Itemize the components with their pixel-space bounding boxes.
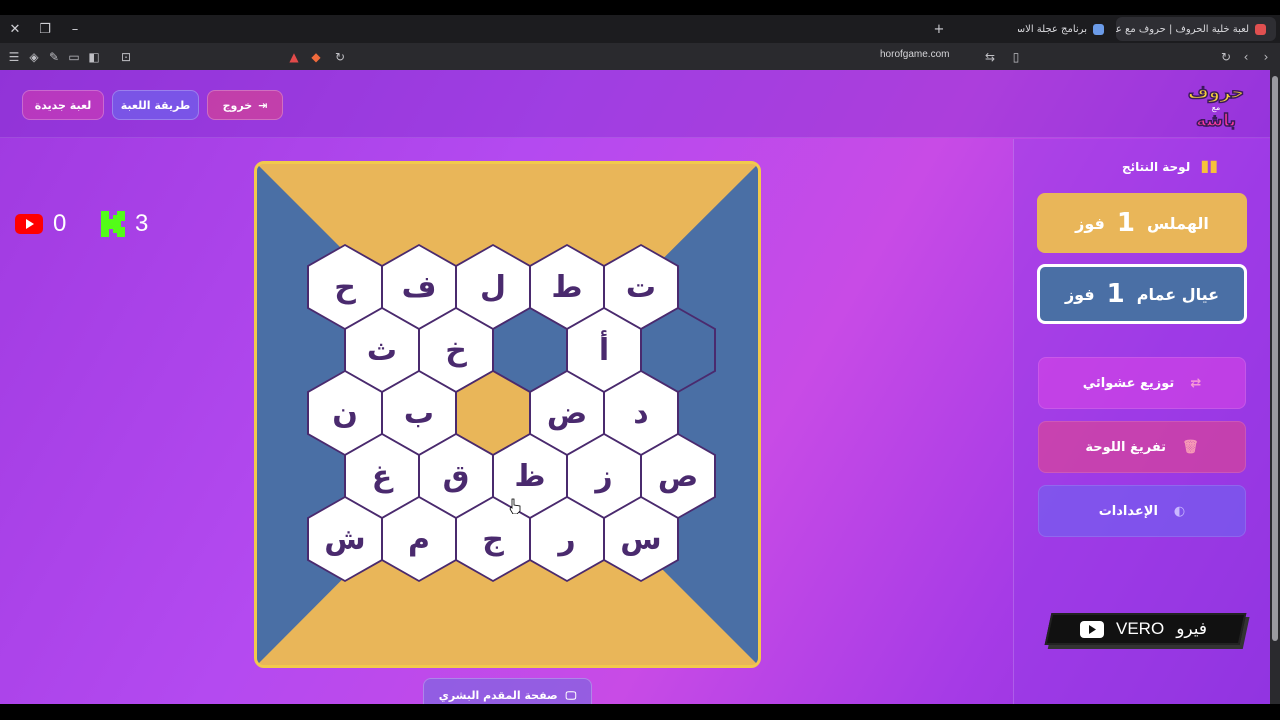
trash-icon: 🗑 xyxy=(1182,439,1199,455)
streamer-overlay: VERO فيرو xyxy=(1040,613,1250,649)
youtube-icon xyxy=(15,214,43,234)
hex-letter: ر xyxy=(531,498,603,580)
overlay-latin: VERO xyxy=(1116,619,1165,638)
screen-top-strip xyxy=(0,0,1280,15)
logo-line1: حروف xyxy=(1188,82,1244,103)
screenshot-icon[interactable]: ⊡ xyxy=(116,43,136,70)
monitor-icon: 🖵 xyxy=(565,689,577,702)
share-icon[interactable]: ↻ xyxy=(330,43,350,70)
tab-favicon xyxy=(1093,23,1104,35)
tab-title: برنامج عجلة الاسماء xyxy=(1018,23,1087,35)
new-game-label: لعبة جديدة xyxy=(34,98,92,112)
shield-icon[interactable]: ◈ xyxy=(24,43,44,70)
team-name: عيال عمام xyxy=(1136,284,1220,304)
hex-letter: م xyxy=(383,498,455,580)
page-header: لعبة جديدة طريقة اللعبة خروج ⇥ حروف مع ب… xyxy=(0,70,1270,138)
tab-inactive[interactable]: برنامج عجلة الاسماء xyxy=(1018,17,1114,41)
youtube-logo-icon xyxy=(1080,620,1104,638)
chart-icon: ▮▮ xyxy=(1200,156,1218,175)
overlay-arabic: فيرو xyxy=(1176,619,1208,638)
hand-cursor-icon xyxy=(509,498,521,514)
logout-icon: ⇥ xyxy=(258,98,268,112)
new-game-button[interactable]: لعبة جديدة xyxy=(22,90,104,120)
youtube-count: 0 xyxy=(53,210,67,237)
how-to-play-label: طريقة اللعبة xyxy=(120,98,191,112)
tab-favicon xyxy=(1255,23,1266,35)
tab-bar: ✕ ❐ – + برنامج عجلة الاسماء لعبة خلية ال… xyxy=(0,15,1280,43)
scrollbar-thumb[interactable] xyxy=(1272,76,1278,641)
scoreboard-title-text: لوحة النتائج xyxy=(1121,160,1191,174)
scoreboard-title: لوحة النتائج ▮▮ xyxy=(1090,156,1218,175)
exit-label: خروج xyxy=(222,98,253,112)
shuffle-button[interactable]: توزيع عشوائي ⇄ xyxy=(1038,357,1246,409)
overlay-text: VERO فيرو xyxy=(1080,619,1220,639)
back-icon[interactable]: ‹ xyxy=(1236,43,1256,70)
kick-count: 3 xyxy=(135,210,149,237)
how-to-play-button[interactable]: طريقة اللعبة xyxy=(112,90,199,120)
screen-bottom-strip xyxy=(0,704,1280,720)
kick-icon xyxy=(101,211,125,237)
team-score-unit: فوز xyxy=(1064,284,1095,304)
url-field[interactable]: horofgame.com xyxy=(880,49,949,60)
hex-letter: ش xyxy=(309,498,381,580)
kick-counter: 3 xyxy=(101,210,148,238)
alert-icon[interactable]: ▲ xyxy=(284,43,304,70)
brave-shield-icon[interactable]: ◆ xyxy=(306,43,326,70)
tab-title: لعبة خلية الحروف | حروف مع عزيز xyxy=(1116,23,1249,35)
plus-icon: + xyxy=(933,21,945,37)
team-name: الهملس xyxy=(1146,213,1209,233)
shuffle-icon: ⇄ xyxy=(1190,375,1202,391)
address-bar: ☰ ◈ ✎ ▭ ◧ ⊡ ▲ ◆ ↻ horofgame.com ⇆ ▯ ↻ ‹ … xyxy=(0,43,1280,70)
letter-board: حفلطتثخأنبضدغقظزصشمجرس xyxy=(254,161,761,668)
logo-line3: باشه xyxy=(1196,111,1236,131)
forward-icon[interactable]: › xyxy=(1256,43,1276,70)
team-score-unit: فوز xyxy=(1075,213,1105,233)
restore-window-icon[interactable]: ❐ xyxy=(30,15,60,43)
new-tab-button[interactable]: + xyxy=(924,15,954,43)
sidebar-icon[interactable]: ◧ xyxy=(84,43,104,70)
clear-board-button[interactable]: تفريغ اللوحة 🗑 xyxy=(1038,421,1246,473)
clear-board-label: تفريغ اللوحة xyxy=(1085,439,1167,455)
minimize-window-icon[interactable]: – xyxy=(60,15,90,43)
reload-icon[interactable]: ↻ xyxy=(1216,43,1236,70)
extensions-icon[interactable]: ✎ xyxy=(44,43,64,70)
presenter-label: صفحة المقدم البشري xyxy=(438,689,558,702)
team-card-2: عيال عمام 1 فوز xyxy=(1037,264,1247,324)
tab-active[interactable]: لعبة خلية الحروف | حروف مع عزيز ✕ xyxy=(1116,17,1276,41)
palette-icon: ◐ xyxy=(1173,503,1186,519)
exit-button[interactable]: خروج ⇥ xyxy=(207,90,283,120)
site-settings-icon[interactable]: ⇆ xyxy=(980,43,1000,70)
team-score: 1 xyxy=(1116,208,1135,238)
presenter-page-button[interactable]: صفحة المقدم البشري 🖵 xyxy=(423,678,592,704)
hex-letter: س xyxy=(605,498,677,580)
game-page: لعبة جديدة طريقة اللعبة خروج ⇥ حروف مع ب… xyxy=(0,70,1270,704)
site-logo[interactable]: حروف مع باشه xyxy=(1186,78,1246,132)
wallet-icon[interactable]: ▭ xyxy=(64,43,84,70)
settings-button[interactable]: الإعدادات ◐ xyxy=(1038,485,1246,537)
hex-grid: حفلطتثخأنبضدغقظزصشمجرس xyxy=(257,164,758,665)
close-window-icon[interactable]: ✕ xyxy=(0,15,30,43)
menu-icon[interactable]: ☰ xyxy=(4,43,24,70)
youtube-counter: 0 xyxy=(15,210,66,238)
team-card-1: الهملس 1 فوز xyxy=(1037,193,1247,253)
bookmark-icon[interactable]: ▯ xyxy=(1006,43,1026,70)
settings-label: الإعدادات xyxy=(1098,503,1158,519)
team-score: 1 xyxy=(1106,279,1125,309)
shuffle-label: توزيع عشوائي xyxy=(1082,375,1175,391)
